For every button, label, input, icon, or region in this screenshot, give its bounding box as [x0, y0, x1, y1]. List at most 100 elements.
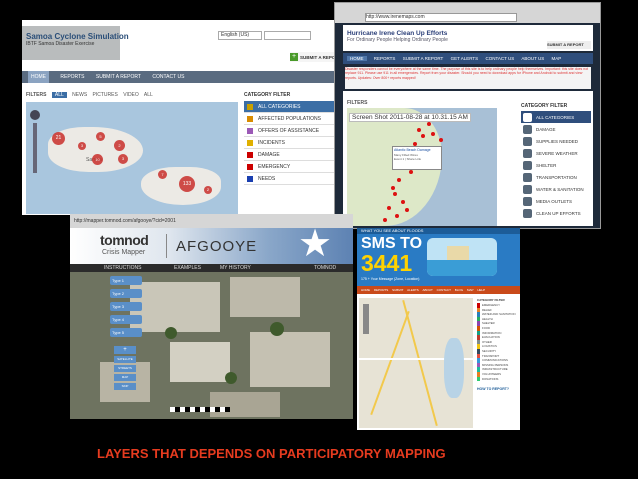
- irene-submit-button[interactable]: SUBMIT A REPORT: [547, 41, 591, 49]
- zoom-control[interactable]: [363, 304, 369, 334]
- afgooye-nav-tomnod[interactable]: TOMNOD: [314, 264, 336, 272]
- irene-nav-submit[interactable]: SUBMIT A REPORT: [403, 56, 444, 61]
- afgooye-url-bar[interactable]: http://mapper.tomnod.com/afgooye/?cid=20…: [74, 218, 274, 224]
- afgooye-nav-examples[interactable]: EXAMPLES: [174, 264, 201, 272]
- pan-icon[interactable]: [30, 110, 40, 120]
- sms-nav-item[interactable]: REPORTS: [374, 288, 388, 292]
- category-item[interactable]: ALL CATEGORIES: [521, 111, 591, 123]
- cluster-marker[interactable]: 133: [179, 176, 195, 192]
- irene-nav-home[interactable]: HOME: [347, 56, 367, 61]
- layer-toggle[interactable]: Type 1: [110, 276, 142, 285]
- zoom-slider[interactable]: [33, 123, 37, 173]
- skip-button[interactable]: SKIP: [114, 383, 136, 390]
- afgooye-nav-bar: INSTRUCTIONS EXAMPLES MY HISTORY TOMNOD: [70, 264, 353, 272]
- samoa-filter-news[interactable]: NEWS: [72, 92, 87, 98]
- irene-notice: Disaster responders cannot be everywhere…: [345, 67, 591, 89]
- category-item[interactable]: SHELTER: [521, 159, 591, 171]
- category-item[interactable]: SUPPLIES NEEDED: [521, 135, 591, 147]
- slide-caption: LAYERS THAT DEPENDS ON PARTICIPATORY MAP…: [97, 446, 446, 461]
- map-button[interactable]: MAP: [114, 374, 136, 381]
- layer-toggle[interactable]: Type 3: [110, 302, 142, 311]
- category-item[interactable]: OFFERS OF ASSISTANCE: [244, 125, 344, 137]
- sms-nav-item[interactable]: HELP: [477, 288, 485, 292]
- irene-url-bar[interactable]: http://www.irenemaps.com: [365, 13, 517, 22]
- category-icon: [523, 208, 532, 218]
- samoa-filter-all-2[interactable]: ALL: [144, 92, 153, 98]
- category-icon: [523, 112, 532, 122]
- category-item[interactable]: DAMAGE: [244, 149, 344, 161]
- streets-button[interactable]: STREETS: [114, 365, 136, 372]
- layer-toggle[interactable]: Type 5: [110, 328, 142, 337]
- layer-toggle[interactable]: Type 2: [110, 289, 142, 298]
- samoa-filter-all[interactable]: ALL: [51, 92, 67, 98]
- cluster-marker[interactable]: 7: [158, 170, 167, 179]
- samoa-nav-home[interactable]: HOME: [28, 71, 49, 83]
- sms-nav-item[interactable]: ALERTS: [407, 288, 419, 292]
- afgooye-divider: [166, 234, 167, 258]
- irene-screenshot: http://www.irenemaps.com Hurricane Irene…: [334, 2, 601, 229]
- category-item[interactable]: CLEAN UP EFFORTS: [521, 207, 591, 219]
- cluster-marker[interactable]: 2: [114, 140, 125, 151]
- sms-nav-item[interactable]: CONTACT: [437, 288, 451, 292]
- zoom-in-icon[interactable]: +: [114, 346, 136, 354]
- cluster-marker[interactable]: 21: [52, 132, 65, 145]
- category-icon: [523, 196, 532, 206]
- how-to-report[interactable]: HOW TO REPORT?: [477, 387, 519, 391]
- sms-nav-item[interactable]: BLOG: [455, 288, 463, 292]
- cluster-marker[interactable]: 3: [78, 142, 86, 150]
- sms-nav-item[interactable]: HOME: [361, 288, 370, 292]
- sms-category-title: CATEGORY FILTER: [477, 298, 505, 302]
- irene-filters-label: FILTERS: [347, 100, 368, 106]
- sms-nav-bar: HOME REPORTS SUBMIT ALERTS ABOUT CONTACT…: [357, 286, 520, 294]
- cluster-marker[interactable]: 2: [204, 186, 212, 194]
- irene-nav-about[interactable]: ABOUT US: [521, 56, 544, 61]
- samoa-search-input[interactable]: [264, 31, 311, 40]
- irene-nav-map[interactable]: MAP: [552, 56, 562, 61]
- satellite-button[interactable]: SATELLITE: [114, 356, 136, 363]
- category-item[interactable]: DAMAGE: [521, 123, 591, 135]
- irene-category-panel: CATEGORY FILTER ALL CATEGORIES DAMAGE SU…: [521, 103, 591, 219]
- category-item[interactable]: DONATIONS: [477, 376, 519, 382]
- irene-map[interactable]: Atlantic Beach Damage Many Filled Wires …: [347, 108, 497, 226]
- category-icon: [523, 160, 532, 170]
- samoa-nav-contact[interactable]: CONTACT US: [152, 71, 184, 83]
- category-item[interactable]: EMERGENCY: [244, 161, 344, 173]
- samoa-nav-reports[interactable]: REPORTS: [60, 71, 84, 83]
- cluster-marker[interactable]: 3: [118, 154, 128, 164]
- cluster-marker[interactable]: 10: [92, 154, 103, 165]
- afgooye-nav-history[interactable]: MY HISTORY: [220, 264, 251, 272]
- samoa-map[interactable]: Samoa 21 3 5 2 3 10 7 133 2: [26, 102, 238, 214]
- irene-nav-bar: HOME REPORTS SUBMIT A REPORT GET ALERTS …: [343, 53, 593, 64]
- irene-nav-contact[interactable]: CONTACT US: [485, 56, 514, 61]
- afgooye-nav-instructions[interactable]: INSTRUCTIONS: [104, 264, 142, 272]
- category-item[interactable]: INCIDENTS: [244, 137, 344, 149]
- cluster-marker[interactable]: 5: [96, 132, 105, 141]
- layer-toggle[interactable]: Type 4: [110, 315, 142, 324]
- category-item[interactable]: NEEDS: [244, 173, 344, 185]
- category-item[interactable]: MEDIA OUTLETS: [521, 195, 591, 207]
- irene-nav-reports[interactable]: REPORTS: [374, 56, 396, 61]
- category-item[interactable]: TRANSPORTATION: [521, 171, 591, 183]
- sms-nav-item[interactable]: MAP: [467, 288, 474, 292]
- category-item[interactable]: WATER & SANITATION: [521, 183, 591, 195]
- layer-panel: Type 1 Type 2 Type 3 Type 4 Type 5: [110, 276, 142, 341]
- category-item[interactable]: AFFECTED POPULATIONS: [244, 113, 344, 125]
- samoa-logo-banner: Samoa Cyclone Simulation IBTF Samoa Disa…: [22, 26, 129, 60]
- samoa-language-select[interactable]: English (US): [218, 31, 262, 40]
- sms-nav-item[interactable]: SUBMIT: [392, 288, 403, 292]
- samoa-filter-video[interactable]: VIDEO: [123, 92, 139, 98]
- samoa-nav-submit[interactable]: SUBMIT A REPORT: [96, 71, 141, 83]
- category-swatch: [247, 103, 253, 110]
- irene-screenshot-label: Screen Shot 2011-08-28 at 10.31.15 AM: [349, 113, 471, 122]
- samoa-filter-pictures[interactable]: PICTURES: [93, 92, 118, 98]
- irene-category-title: CATEGORY FILTER: [521, 103, 568, 109]
- progress-strip: [170, 407, 230, 412]
- samoa-filters-row: FILTERS ALL NEWS PICTURES VIDEO ALL: [26, 92, 226, 98]
- category-item[interactable]: ALL CATEGORIES: [244, 101, 344, 113]
- map-popup[interactable]: Atlantic Beach Damage Many Filled Wires …: [392, 146, 442, 170]
- category-item[interactable]: SEVERE WEATHER: [521, 147, 591, 159]
- irene-nav-alerts[interactable]: GET ALERTS: [451, 56, 479, 61]
- sms-map[interactable]: [359, 298, 473, 428]
- zoom-control[interactable]: [30, 110, 40, 180]
- sms-nav-item[interactable]: ABOUT: [422, 288, 432, 292]
